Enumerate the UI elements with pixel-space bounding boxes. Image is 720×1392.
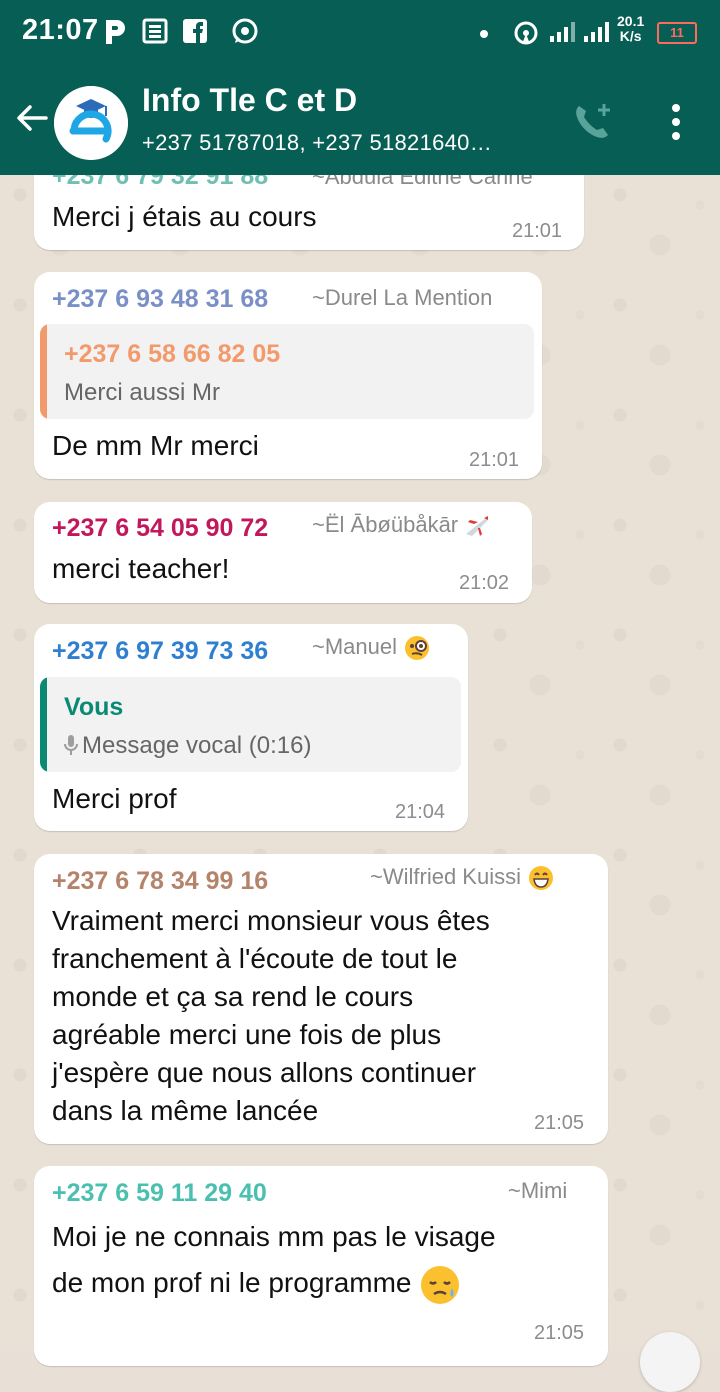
sender-name: ~Mimi xyxy=(508,1178,568,1203)
message-line: monde et ça sa rend le cours xyxy=(52,981,414,1012)
sender-name: ~Ël Ābøübåkār xyxy=(312,512,490,538)
quoted-message[interactable]: Vous Message vocal (0:16) xyxy=(40,677,461,772)
p-icon xyxy=(106,20,125,44)
message-time: 21:04 xyxy=(395,801,446,823)
mic-icon xyxy=(64,735,78,755)
message-text: Merci prof xyxy=(52,783,177,814)
quote-author: +237 6 58 66 82 05 xyxy=(64,340,281,368)
notification-dot-icon xyxy=(480,30,488,38)
message-time: 21:01 xyxy=(512,220,563,242)
hotspot-icon xyxy=(514,21,538,45)
sender-name-text: ~Ël Ābøübåkār xyxy=(312,512,459,537)
quote-text-value: Message vocal (0:16) xyxy=(82,732,312,759)
sender-name: ~Durel La Mention xyxy=(312,285,493,310)
message-bubble[interactable]: +237 6 78 34 99 16 ~Wilfried Kuissi Vrai… xyxy=(34,854,608,1144)
message-line: dans la même lancée xyxy=(52,1095,319,1126)
add-call-icon[interactable] xyxy=(570,100,614,144)
sender-number[interactable]: +237 6 78 34 99 16 xyxy=(52,867,268,896)
message-text: merci teacher! xyxy=(52,553,230,584)
sender-number[interactable]: +237 6 59 11 29 40 xyxy=(52,1179,267,1208)
quote-bar xyxy=(40,324,47,419)
chat-header[interactable]: Info Tle C et D +237 51787018, +237 5182… xyxy=(0,64,720,175)
message-text: De mm Mr merci xyxy=(52,430,259,461)
signal-icon xyxy=(550,22,575,42)
message-text: Moi je ne connais mm pas le visage de mo… xyxy=(52,1214,496,1306)
message-line: franchement à l'écoute de tout le xyxy=(52,943,458,974)
speed-value: 20.1 xyxy=(617,13,645,29)
quote-author: Vous xyxy=(64,693,124,721)
quote-text: Merci aussi Mr xyxy=(64,379,221,406)
more-vert-icon[interactable] xyxy=(664,102,688,142)
message-line-with-emoji: de mon prof ni le programme xyxy=(52,1260,496,1306)
message-bubble[interactable]: +237 6 54 05 90 72 ~Ël Ābøübåkār merci t… xyxy=(34,502,532,603)
news-icon xyxy=(142,18,168,44)
sender-number[interactable]: +237 6 93 48 31 68 xyxy=(52,285,268,314)
grinning-face-icon xyxy=(529,866,554,891)
scroll-down-button[interactable] xyxy=(640,1332,700,1392)
message-text: Vraiment merci monsieur vous êtes franch… xyxy=(52,902,490,1130)
message-line: agréable merci une fois de plus xyxy=(52,1019,442,1050)
airplane-icon xyxy=(466,516,489,537)
facebook-icon xyxy=(183,19,207,43)
speed-unit: K/s xyxy=(619,28,642,44)
message-time: 21:05 xyxy=(534,1112,585,1134)
battery-level: 11 xyxy=(670,25,684,40)
signal-icon xyxy=(584,22,609,42)
sad-sweat-face-icon xyxy=(421,1265,460,1304)
message-text: Merci j étais au cours xyxy=(52,201,317,232)
status-time: 21:07 xyxy=(22,14,99,46)
message-line: Moi je ne connais mm pas le visage xyxy=(52,1221,496,1252)
message-bubble[interactable]: +237 6 93 48 31 68 ~Durel La Mention +23… xyxy=(34,272,542,479)
message-time: 21:02 xyxy=(459,572,510,594)
battery-icon: 11 xyxy=(657,22,697,44)
sender-name-text: ~Wilfried Kuissi xyxy=(370,864,521,889)
sender-number[interactable]: +237 6 54 05 90 72 xyxy=(52,514,268,543)
message-time: 21:01 xyxy=(469,449,520,471)
group-avatar[interactable] xyxy=(54,86,128,160)
sender-name: ~Wilfried Kuissi xyxy=(370,864,555,892)
quoted-message[interactable]: +237 6 58 66 82 05 Merci aussi Mr xyxy=(40,324,534,419)
group-title[interactable]: Info Tle C et D xyxy=(142,82,357,119)
sender-number[interactable]: +237 6 97 39 73 36 xyxy=(52,637,268,666)
network-speed: 20.1 K/s xyxy=(617,14,644,44)
graduation-e-logo-icon xyxy=(54,86,128,160)
message-time: 21:05 xyxy=(534,1322,585,1344)
message-line: de mon prof ni le programme xyxy=(52,1267,412,1298)
message-line: j'espère que nous allons continuer xyxy=(52,1057,477,1088)
whatsapp-icon xyxy=(232,18,258,44)
status-bar: 21:07 20.1 K/s 11 xyxy=(0,0,720,64)
quote-bar xyxy=(40,677,47,772)
message-bubble[interactable]: +237 6 59 11 29 40 ~Mimi Moi je ne conna… xyxy=(34,1166,608,1366)
back-arrow-icon[interactable] xyxy=(14,98,50,138)
sender-name-text: ~Manuel xyxy=(312,634,398,659)
monocle-face-icon xyxy=(405,636,430,661)
message-bubble[interactable]: +237 6 97 39 73 36 ~Manuel Vous Message … xyxy=(34,624,468,831)
quote-text: Message vocal (0:16) xyxy=(64,732,311,760)
message-line: Vraiment merci monsieur vous êtes xyxy=(52,905,490,936)
sender-name: ~Manuel xyxy=(312,634,431,662)
group-participants[interactable]: +237 51787018, +237 51821640… xyxy=(142,130,492,156)
